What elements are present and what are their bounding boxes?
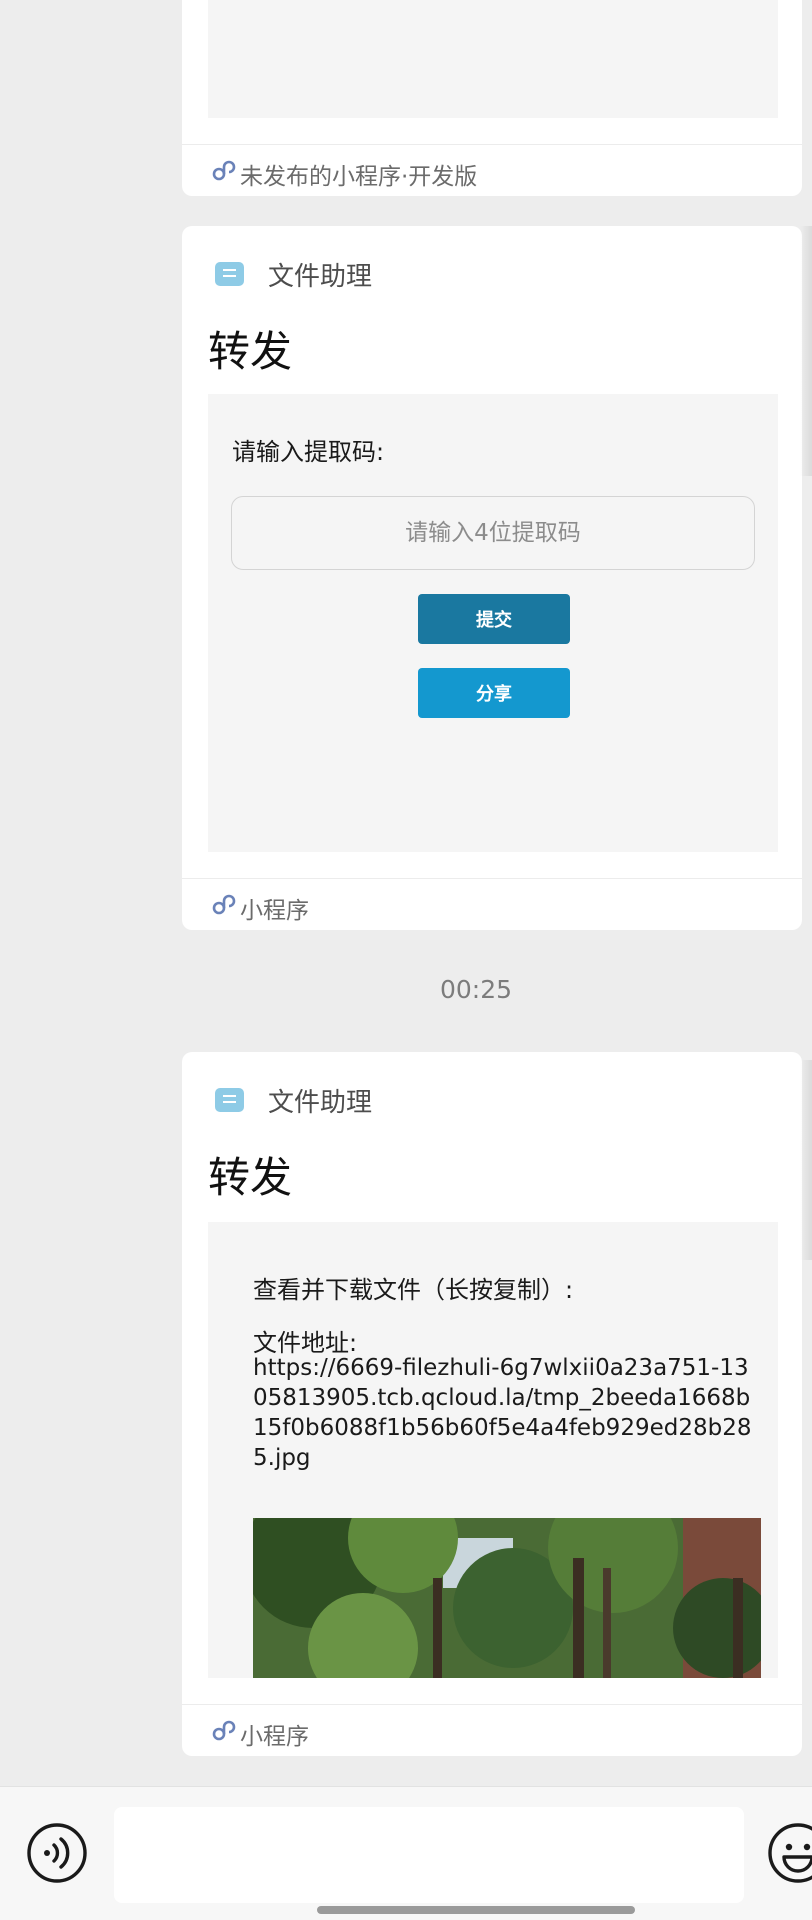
card-preview: 请输入提取码: 提交 分享 <box>208 394 778 852</box>
emoji-icon[interactable] <box>766 1821 812 1885</box>
file-helper-icon <box>215 1088 244 1112</box>
card-title: 转发 <box>208 1153 293 1202</box>
file-image-thumbnail <box>253 1518 761 1678</box>
card-preview <box>208 0 778 118</box>
card-header: 文件助理 <box>182 1052 802 1152</box>
card-footer: 小程序 <box>182 1704 802 1756</box>
card-preview: 查看并下载文件（长按复制）: 文件地址: https://6669-filezh… <box>208 1222 778 1678</box>
file-url: https://6669-filezhuli-6g7wlxii0a23a751-… <box>253 1355 752 1471</box>
card-footer-label: 未发布的小程序·开发版 <box>240 164 478 190</box>
card-footer: 小程序 <box>182 878 802 930</box>
mini-program-card-form[interactable]: 文件助理 转发 请输入提取码: 提交 分享 小程序 <box>182 226 802 930</box>
share-button[interactable]: 分享 <box>418 668 570 718</box>
message-text-field[interactable] <box>114 1807 744 1903</box>
home-indicator[interactable] <box>317 1906 635 1914</box>
chat-view: 未发布的小程序·开发版 文件助理 转发 请输入提取码: 提交 分享 小程序 00… <box>0 0 812 1920</box>
extraction-code-input[interactable] <box>231 496 755 570</box>
edge-shadow <box>800 226 812 476</box>
edge-shadow <box>800 1060 812 1260</box>
mini-program-link-icon <box>212 1720 236 1741</box>
mini-program-link-icon <box>212 160 236 181</box>
card-header: 文件助理 <box>182 226 802 326</box>
file-helper-icon <box>215 262 244 286</box>
app-name: 文件助理 <box>268 262 373 292</box>
card-footer: 未发布的小程序·开发版 <box>182 144 802 196</box>
message-timestamp: 00:25 <box>439 975 513 1004</box>
submit-button[interactable]: 提交 <box>418 594 570 644</box>
file-lead-text: 查看并下载文件（长按复制）: <box>253 1276 574 1304</box>
app-name: 文件助理 <box>268 1088 373 1118</box>
trees-image <box>253 1518 761 1678</box>
message-input-bar <box>0 1786 812 1920</box>
mini-program-card-dev[interactable]: 未发布的小程序·开发版 <box>182 0 802 196</box>
mini-program-link-icon <box>212 894 236 915</box>
card-title: 转发 <box>208 327 293 376</box>
card-footer-label: 小程序 <box>240 1724 309 1750</box>
card-footer-label: 小程序 <box>240 898 309 924</box>
voice-input-icon[interactable] <box>25 1821 89 1885</box>
code-prompt-label: 请输入提取码: <box>232 438 385 466</box>
mini-program-card-file[interactable]: 文件助理 转发 查看并下载文件（长按复制）: 文件地址: https://666… <box>182 1052 802 1756</box>
